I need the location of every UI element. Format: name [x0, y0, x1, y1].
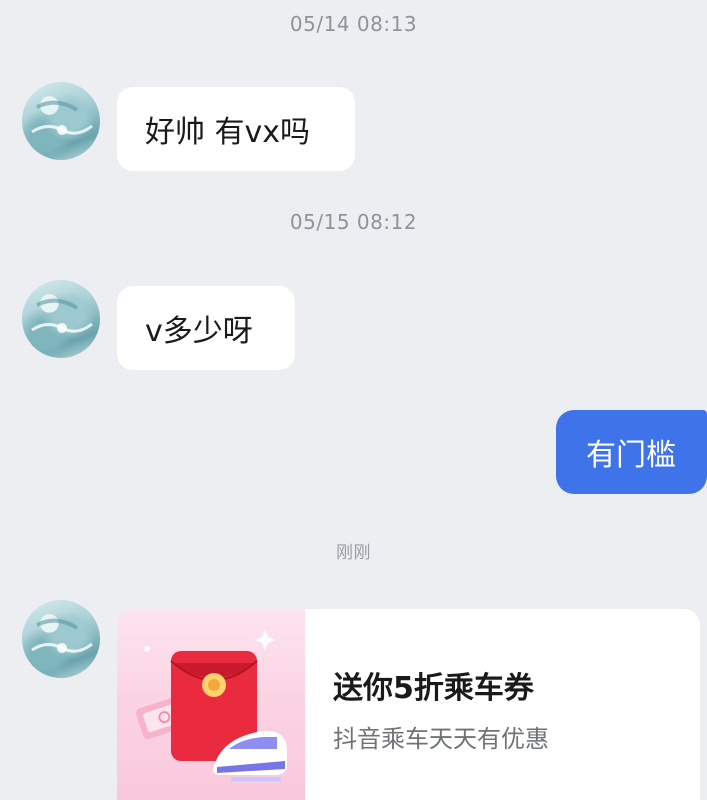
message-bubble-outgoing[interactable]: 有门槛	[556, 410, 707, 494]
timestamp-1: 05/14 08:13	[289, 12, 418, 36]
coupon-card-subtitle: 抖音乘车天天有优惠	[333, 725, 549, 753]
sparkle-icon	[144, 629, 276, 652]
avatar[interactable]	[22, 280, 100, 358]
coupon-card-title: 送你5折乘车券	[333, 671, 534, 706]
avatar-image-icon	[31, 618, 93, 653]
message-text: v多少呀	[145, 314, 253, 349]
message-text: 好帅 有vx吗	[145, 115, 311, 150]
avatar[interactable]	[22, 600, 100, 678]
message-bubble-incoming[interactable]: 好帅 有vx吗	[117, 87, 355, 171]
timestamp-3: 刚刚	[336, 543, 371, 563]
coupon-card-image	[117, 609, 305, 800]
avatar-image-icon	[31, 100, 93, 135]
avatar[interactable]	[22, 82, 100, 160]
message-bubble-incoming[interactable]: v多少呀	[117, 286, 295, 370]
timestamp-2: 05/15 08:12	[289, 210, 418, 234]
message-text: 有门槛	[586, 438, 676, 473]
coupon-card[interactable]: 送你5折乘车券 抖音乘车天天有优惠	[117, 609, 700, 800]
avatar-image-icon	[31, 298, 93, 333]
